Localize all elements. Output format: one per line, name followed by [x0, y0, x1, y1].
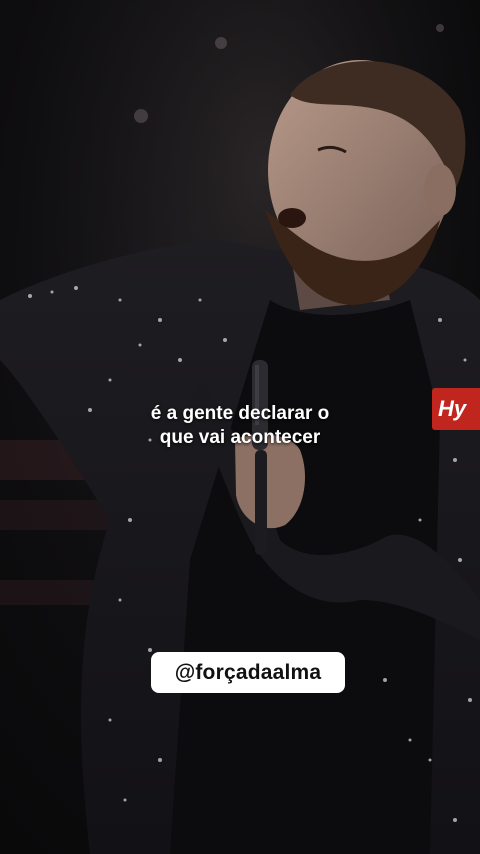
- caption-line-1: é a gente declarar o: [150, 403, 330, 424]
- mouth: [278, 208, 306, 228]
- ear: [424, 164, 456, 216]
- video-frame[interactable]: Hy é a gente declarar o que vai acontece…: [0, 0, 480, 854]
- account-handle-badge[interactable]: @forçadaalma: [151, 652, 345, 693]
- account-handle-text: @forçadaalma: [174, 660, 322, 684]
- video-caption: é a gente declarar o que vai acontecer: [0, 402, 480, 450]
- caption-line-2: que vai acontecer: [159, 427, 321, 448]
